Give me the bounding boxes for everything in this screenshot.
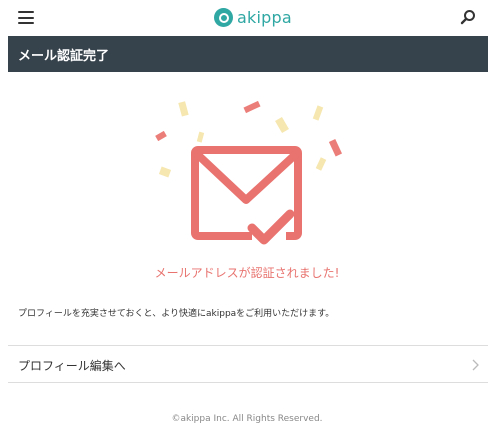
logo-text: akippa bbox=[237, 7, 292, 27]
verification-success-message: メールアドレスが認証されました! bbox=[154, 266, 340, 280]
search-icon[interactable] bbox=[460, 9, 476, 25]
hamburger-menu-icon[interactable] bbox=[18, 11, 34, 24]
chevron-right-icon bbox=[472, 359, 479, 371]
logo-mark-icon bbox=[214, 7, 233, 27]
page-title-bar: メール認証完了 bbox=[8, 36, 488, 72]
envelope-check-icon bbox=[155, 100, 343, 249]
edit-profile-link[interactable]: プロフィール編集へ bbox=[8, 345, 488, 383]
akippa-logo[interactable]: akippa bbox=[214, 6, 292, 28]
copyright-footer: ©akippa Inc. All Rights Reserved. bbox=[171, 414, 323, 424]
edit-profile-label: プロフィール編集へ bbox=[18, 359, 126, 373]
page-title: メール認証完了 bbox=[18, 49, 110, 64]
app-header: akippa bbox=[0, 0, 494, 36]
profile-description-text: プロフィールを充実させておくと、より快適にakippaをご利用いただけます。 bbox=[18, 309, 335, 319]
confetti-decoration bbox=[155, 100, 343, 178]
